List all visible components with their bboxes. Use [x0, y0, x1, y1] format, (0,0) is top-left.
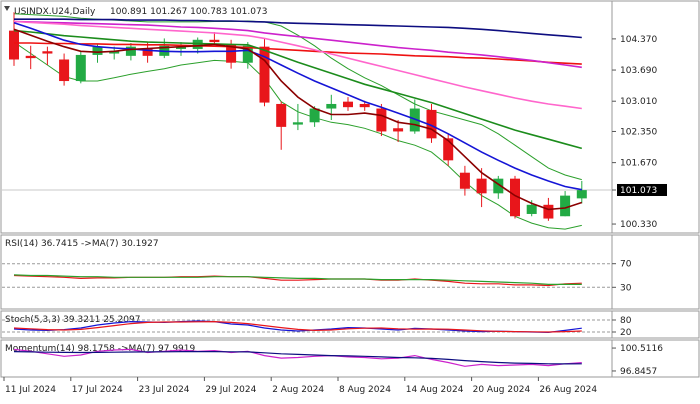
candle-body — [209, 39, 220, 43]
candle-body — [59, 59, 70, 82]
candle-body — [9, 30, 19, 60]
candle-body — [292, 122, 303, 125]
rsi-tick-label: 70 — [620, 260, 632, 270]
date-tick-label: 8 Aug 2024 — [339, 385, 391, 395]
candle-body — [75, 54, 86, 82]
date-tick-label: 23 Jul 2024 — [139, 385, 190, 395]
candle-body — [393, 128, 404, 132]
date-tick-label: 29 Jul 2024 — [205, 385, 256, 395]
candle-body — [25, 55, 36, 59]
candle-body — [326, 103, 337, 109]
rsi-title: RSI(14) 36.7415 ->MA(7) 30.1927 — [5, 239, 159, 249]
candle — [75, 51, 86, 84]
price-tick-label: 103.690 — [620, 66, 657, 76]
date-tick-label: 17 Jul 2024 — [72, 385, 123, 395]
price-tick-label: 101.073 — [620, 186, 657, 196]
momentum-tick-label: 96.8457 — [620, 367, 657, 377]
rsi-tick-label: 30 — [620, 283, 632, 293]
candle-body — [526, 204, 537, 214]
candle-body — [92, 46, 103, 55]
candle-body — [576, 190, 587, 199]
chart-window: USINDX.U24,Daily 100.891 101.267 100.783… — [0, 0, 700, 400]
candle-body — [343, 101, 353, 108]
candle-body — [543, 204, 554, 219]
candle-body — [42, 51, 53, 54]
candle-body — [560, 195, 571, 217]
price-tick-label: 104.370 — [620, 35, 657, 45]
price-tick-label: 101.670 — [620, 159, 657, 169]
price-tick-label: 102.350 — [620, 127, 657, 137]
candle-body — [459, 172, 470, 189]
momentum-tick-label: 100.5116 — [620, 344, 663, 354]
candle-body — [376, 108, 387, 132]
candle-body — [476, 178, 487, 194]
candle-body — [276, 103, 287, 127]
ohlc-label: 100.891 101.267 100.783 101.073 — [110, 7, 267, 17]
price-tick-label: 100.330 — [620, 220, 657, 230]
price-tick-label: 103.010 — [620, 97, 657, 107]
date-tick-label: 26 Aug 2024 — [539, 385, 597, 395]
date-tick-label: 11 Jul 2024 — [5, 385, 56, 395]
date-tick-label: 20 Aug 2024 — [473, 385, 531, 395]
stochastic-tick-label: 80 — [620, 316, 632, 326]
chart-canvas: USINDX.U24,Daily 100.891 101.267 100.783… — [0, 0, 700, 400]
date-tick-label: 2 Aug 2024 — [272, 385, 324, 395]
date-tick-label: 14 Aug 2024 — [406, 385, 464, 395]
stochastic-tick-label: 20 — [620, 328, 632, 338]
candle-body — [359, 103, 370, 108]
